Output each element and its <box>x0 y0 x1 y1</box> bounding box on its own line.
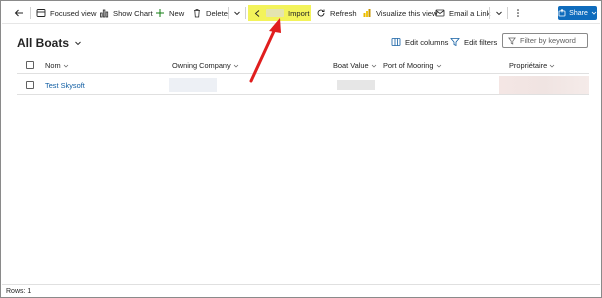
annotation-arrow <box>249 18 281 83</box>
arrowhead-icon <box>269 18 281 33</box>
app-frame: Focused view Show Chart New Delete Impor… <box>0 0 602 298</box>
